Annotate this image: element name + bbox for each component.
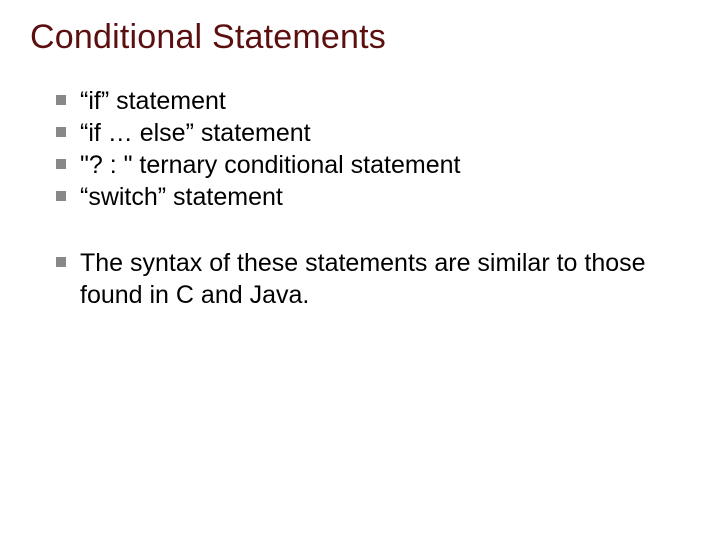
list-item: The syntax of these statements are simil… bbox=[50, 247, 690, 311]
slide: Conditional Statements “if” statement “i… bbox=[0, 0, 720, 540]
list-item: “if” statement bbox=[50, 85, 690, 117]
page-title: Conditional Statements bbox=[30, 18, 690, 57]
bullet-list: “if” statement “if … else” statement "? … bbox=[50, 85, 690, 213]
list-item: "? : " ternary conditional statement bbox=[50, 149, 690, 181]
list-item: “switch” statement bbox=[50, 181, 690, 213]
list-item: “if … else” statement bbox=[50, 117, 690, 149]
note-list: The syntax of these statements are simil… bbox=[50, 247, 690, 311]
